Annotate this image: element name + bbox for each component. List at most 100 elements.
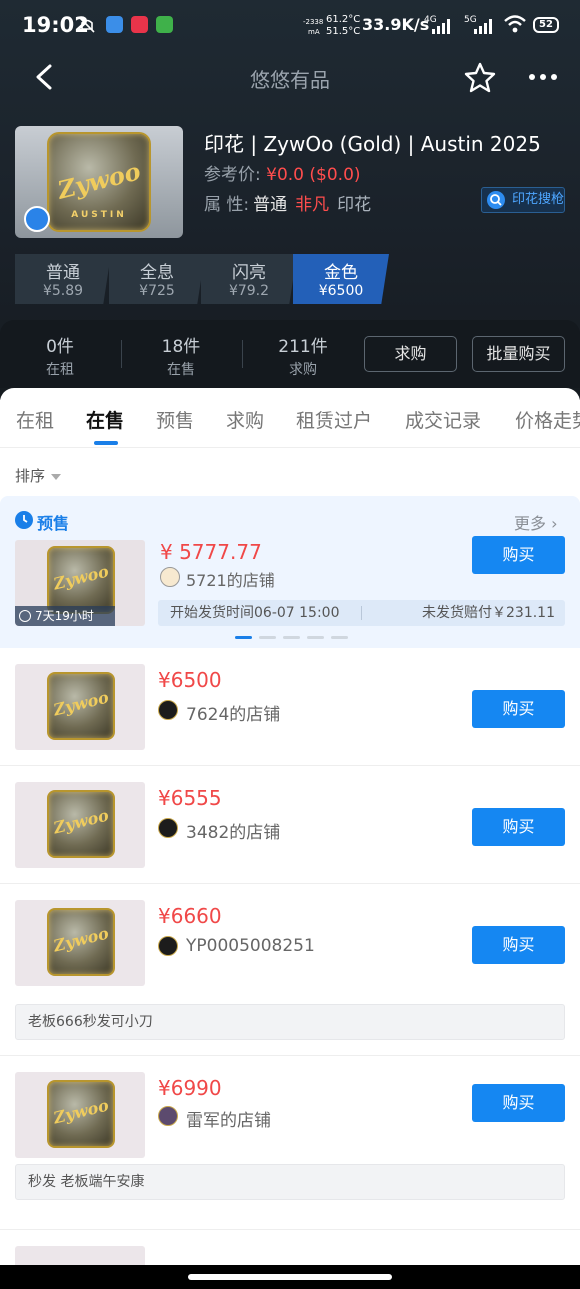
shop-name: 3482的店铺 (186, 823, 281, 843)
listing-shop[interactable]: 7624的店铺 (158, 700, 280, 725)
sticker-search-button[interactable]: 印花搜枪 (481, 187, 565, 213)
variant-gold[interactable]: 金色 ¥6500 (293, 254, 389, 304)
listing-tabs: 在租 在售 预售 求购 租赁过户 成交记录 价格走势 (0, 388, 580, 448)
app-notification-icon (156, 16, 173, 33)
tab-presale[interactable]: 预售 (156, 406, 194, 433)
tab-transactions[interactable]: 成交记录 (405, 406, 481, 433)
network-speed: 33.9K/s (362, 15, 430, 34)
variant-price: ¥725 (139, 283, 175, 299)
presale-price: ¥ 5777.77 (160, 540, 262, 564)
listing-image[interactable]: Zywoo (15, 900, 145, 986)
count-buy-requests[interactable]: 211件 求购 (258, 332, 348, 379)
presale-shop[interactable]: 5721的店铺 (160, 567, 275, 591)
presale-info-bar: 开始发货时间06-07 15:00 未发货赔付￥231.11 (158, 600, 565, 626)
listing-shop[interactable]: YP0005008251 (158, 936, 315, 956)
countdown-text: 7天19小时 (35, 609, 94, 623)
divider (242, 340, 243, 368)
variant-name: 闪亮 (232, 263, 266, 283)
presale-title: 预售 (15, 510, 69, 534)
variant-price: ¥6500 (318, 283, 364, 299)
inspect-badge-icon (24, 206, 50, 232)
count-label: 在售 (167, 362, 195, 378)
wifi-icon (503, 14, 527, 38)
buy-button[interactable]: 购买 (472, 926, 565, 964)
count-label: 求购 (289, 362, 317, 378)
sort-label: 排序 (15, 467, 46, 485)
buy-request-button[interactable]: 求购 (364, 336, 457, 372)
listing-price: ¥6555 (158, 786, 222, 810)
tab-for-sale[interactable]: 在售 (86, 406, 124, 433)
shop-avatar (158, 1106, 178, 1126)
chevron-right-icon: › (551, 514, 558, 533)
count-value: 211件 (278, 337, 328, 357)
battery-icon: 52 (533, 17, 559, 33)
sticker-artwork: Zywoo (47, 790, 115, 858)
buy-button[interactable]: 购买 (472, 1084, 565, 1122)
listing-image[interactable]: Zywoo (15, 782, 145, 868)
signal-5g-icon (474, 18, 492, 34)
shop-avatar (158, 700, 178, 720)
variant-price: ¥5.89 (42, 283, 84, 299)
count-rent[interactable]: 0件 在租 (15, 332, 105, 379)
temp-2: 51.5°C (326, 26, 361, 37)
top-nav: 悠悠有品 (0, 52, 580, 102)
sticker-signature: Zywoo (51, 923, 111, 956)
variant-glitter[interactable]: 闪亮 ¥79.2 (201, 254, 297, 304)
active-tab-indicator (94, 441, 118, 445)
tab-price-trend[interactable]: 价格走势 (515, 406, 580, 433)
sticker-signature: Zywoo (51, 561, 111, 594)
ref-value: ¥0.0 ($0.0) (266, 165, 361, 185)
listing-row[interactable]: Zywoo ¥6660 YP0005008251 购买 老板666秒发可小刀 (0, 884, 580, 1056)
presale-buy-button[interactable]: 购买 (472, 536, 565, 574)
search-icon (487, 191, 505, 209)
tab-buy-requests[interactable]: 求购 (226, 406, 264, 433)
sticker-signature: Zywoo (54, 156, 144, 205)
listings-panel: 在租 在售 预售 求购 租赁过户 成交记录 价格走势 排序 预售 更多 › Zy… (0, 388, 580, 1289)
sticker-artwork: Zywoo (47, 672, 115, 740)
compensation: 未发货赔付￥231.11 (422, 605, 555, 621)
variant-name: 全息 (140, 263, 174, 283)
listing-counts: 0件 在租 18件 在售 211件 求购 求购 批量购买 (0, 320, 580, 388)
variant-holo[interactable]: 全息 ¥725 (109, 254, 205, 304)
seller-note: 老板666秒发可小刀 (15, 1004, 565, 1040)
listing-row[interactable]: Zywoo ¥6555 3482的店铺 购买 (0, 766, 580, 884)
count-sale[interactable]: 18件 在售 (136, 332, 226, 379)
count-value: 0件 (46, 337, 74, 357)
presale-more-link[interactable]: 更多 › (514, 510, 558, 534)
product-name: 印花 | ZywOo (Gold) | Austin 2025 (204, 132, 541, 156)
bulk-buy-button[interactable]: 批量购买 (472, 336, 565, 372)
variant-price: ¥79.2 (228, 283, 270, 299)
listing-shop[interactable]: 3482的店铺 (158, 818, 280, 843)
shop-name: YP0005008251 (186, 936, 315, 956)
buy-button[interactable]: 购买 (472, 808, 565, 846)
caret-down-icon (51, 473, 62, 480)
attributes: 属 性: 普通 非凡 印花 (204, 190, 371, 215)
sort-dropdown[interactable]: 排序 (15, 465, 62, 486)
buy-button[interactable]: 购买 (472, 690, 565, 728)
attr-type: 印花 (337, 195, 372, 215)
product-image[interactable]: Zywoo AUSTIN (15, 126, 183, 238)
listing-shop[interactable]: 雷军的店铺 (158, 1106, 271, 1131)
ship-time: 开始发货时间06-07 15:00 (170, 605, 340, 621)
count-label: 在租 (46, 362, 74, 378)
variant-normal[interactable]: 普通 ¥5.89 (15, 254, 111, 304)
sticker-event-text: AUSTIN (71, 210, 127, 220)
listing-row[interactable]: Zywoo ¥6990 雷军的店铺 购买 秒发 老板端午安康 (0, 1056, 580, 1230)
listing-price: ¥6990 (158, 1076, 222, 1100)
favorite-star-icon[interactable] (463, 60, 497, 94)
variant-name: 普通 (46, 263, 80, 283)
sticker-signature: Zywoo (51, 687, 111, 720)
seller-note: 秒发 老板端午安康 (15, 1164, 565, 1200)
more-options-icon[interactable] (526, 60, 560, 94)
timer-icon (19, 610, 31, 622)
tab-rent[interactable]: 在租 (16, 406, 54, 433)
listing-image[interactable]: Zywoo (15, 664, 145, 750)
listing-image[interactable]: Zywoo (15, 1072, 145, 1158)
tab-lease-transfer[interactable]: 租赁过户 (296, 406, 372, 433)
count-value: 18件 (161, 337, 201, 357)
variant-name: 金色 (324, 263, 358, 283)
shop-name: 5721的店铺 (186, 571, 275, 590)
listing-row[interactable]: Zywoo ¥6500 7624的店铺 购买 (0, 648, 580, 766)
home-indicator (0, 1265, 580, 1289)
ref-label: 参考价: (204, 165, 261, 185)
